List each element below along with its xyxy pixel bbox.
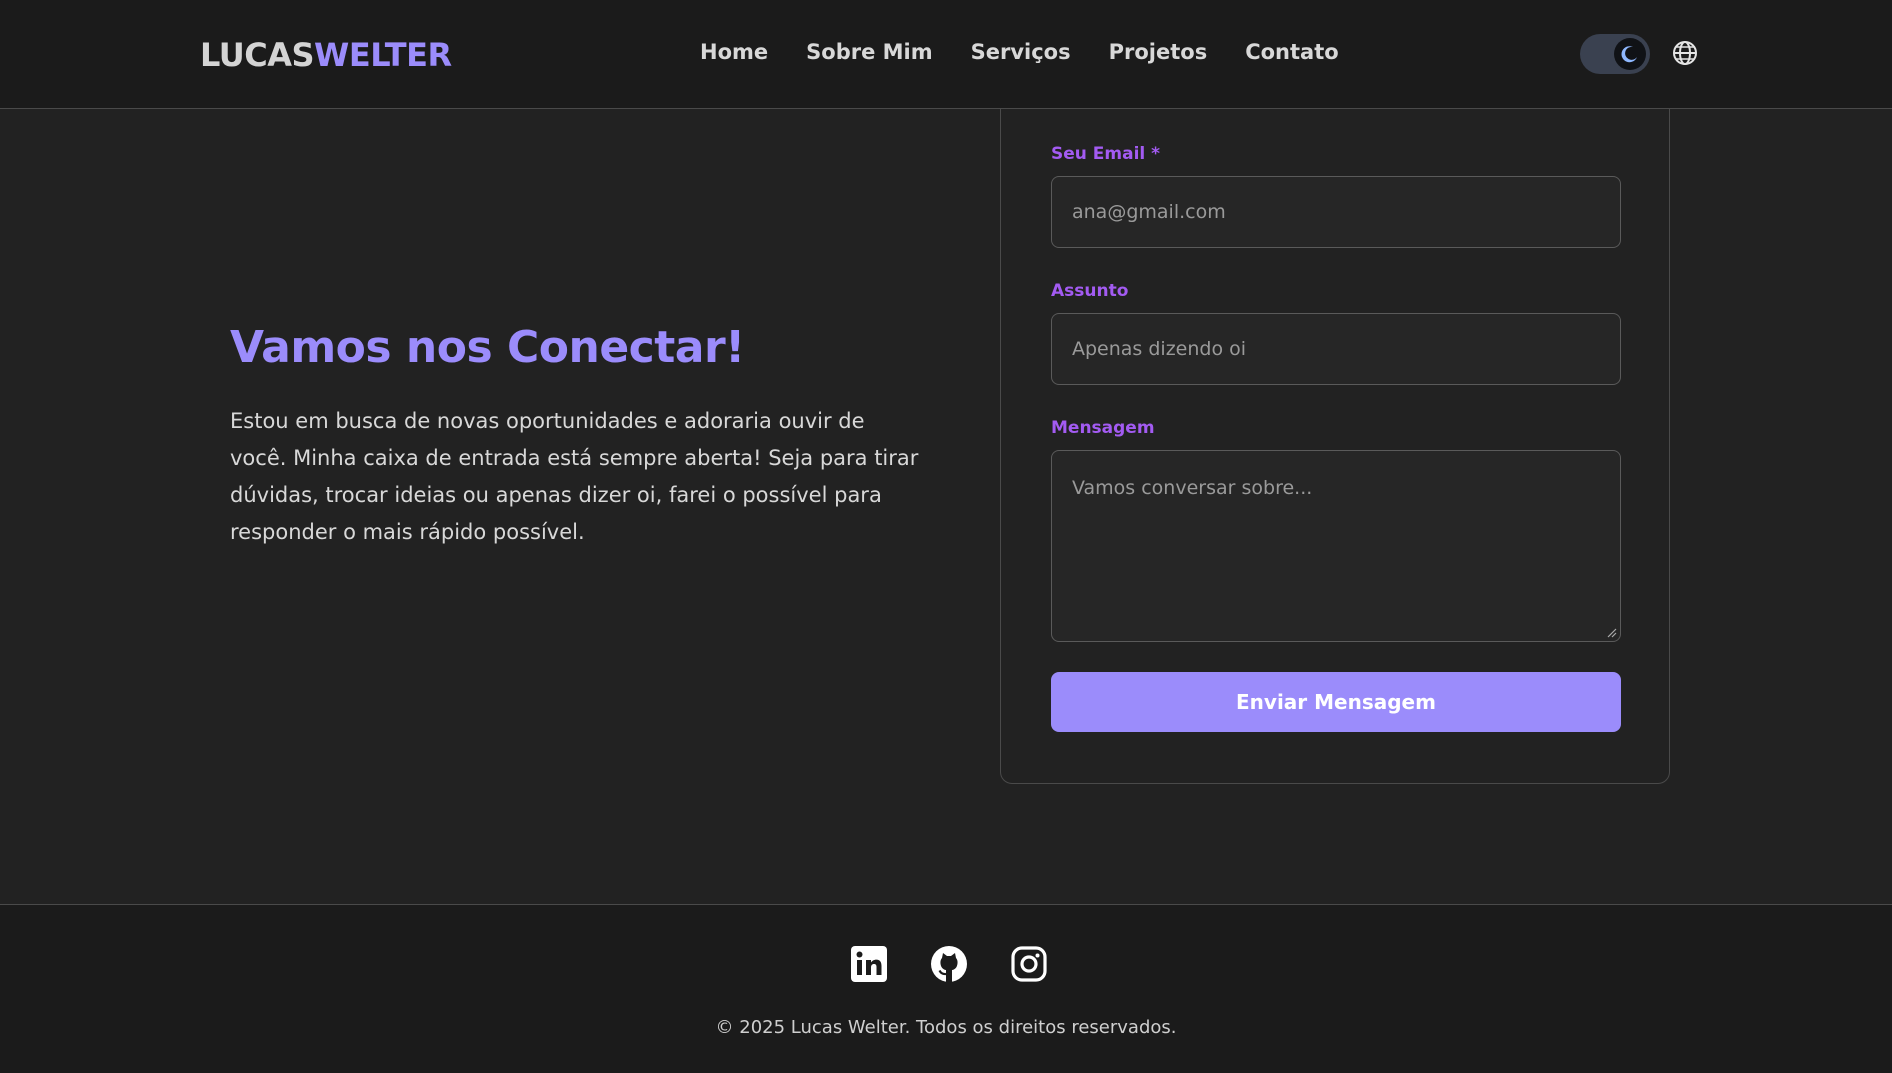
subject-field[interactable]: Apenas dizendo oi (1051, 313, 1621, 385)
logo-first-name: LUCAS (200, 36, 315, 74)
message-placeholder: Vamos conversar sobre... (1072, 477, 1313, 499)
subject-label: Assunto (1051, 281, 1129, 301)
site-header: LUCASWELTER Home Sobre Mim Serviços Proj… (0, 0, 1892, 109)
subject-placeholder: Apenas dizendo oi (1072, 338, 1247, 360)
email-label-text: Seu Email (1051, 144, 1146, 164)
main-nav: Home Sobre Mim Serviços Projetos Contato (700, 40, 1339, 64)
email-placeholder: ana@gmail.com (1072, 201, 1226, 223)
contact-form: Seu Email * ana@gmail.com Assunto Apenas… (1000, 108, 1670, 784)
message-field[interactable]: Vamos conversar sobre... (1051, 450, 1621, 642)
nav-home[interactable]: Home (700, 40, 768, 64)
contact-description: Estou em busca de novas oportunidades e … (230, 409, 919, 544)
instagram-icon[interactable] (1010, 945, 1048, 983)
moon-icon (1621, 46, 1637, 63)
copyright-text: © 2025 Lucas Welter. Todos os direitos r… (715, 1017, 1177, 1038)
contact-intro: Vamos nos Conectar! Estou em busca de no… (230, 322, 920, 551)
message-label: Mensagem (1051, 418, 1155, 438)
required-marker: * (1151, 144, 1161, 164)
contact-title: Vamos nos Conectar! (230, 322, 745, 373)
globe-icon[interactable] (1672, 40, 1698, 66)
resize-handle-icon[interactable] (1607, 628, 1617, 638)
site-footer: © 2025 Lucas Welter. Todos os direitos r… (0, 904, 1892, 1073)
logo[interactable]: LUCASWELTER (200, 36, 452, 74)
nav-contato[interactable]: Contato (1245, 40, 1338, 64)
social-links (850, 945, 1048, 983)
send-message-button[interactable]: Enviar Mensagem (1051, 672, 1621, 732)
linkedin-icon[interactable] (850, 945, 888, 983)
toggle-knob (1614, 38, 1646, 70)
logo-last-name: WELTER (314, 36, 452, 74)
nav-sobre-mim[interactable]: Sobre Mim (806, 40, 932, 64)
email-label: Seu Email * (1051, 144, 1160, 164)
nav-projetos[interactable]: Projetos (1109, 40, 1208, 64)
nav-servicos[interactable]: Serviços (971, 40, 1071, 64)
theme-toggle[interactable] (1580, 34, 1650, 74)
github-icon[interactable] (930, 945, 968, 983)
email-field[interactable]: ana@gmail.com (1051, 176, 1621, 248)
